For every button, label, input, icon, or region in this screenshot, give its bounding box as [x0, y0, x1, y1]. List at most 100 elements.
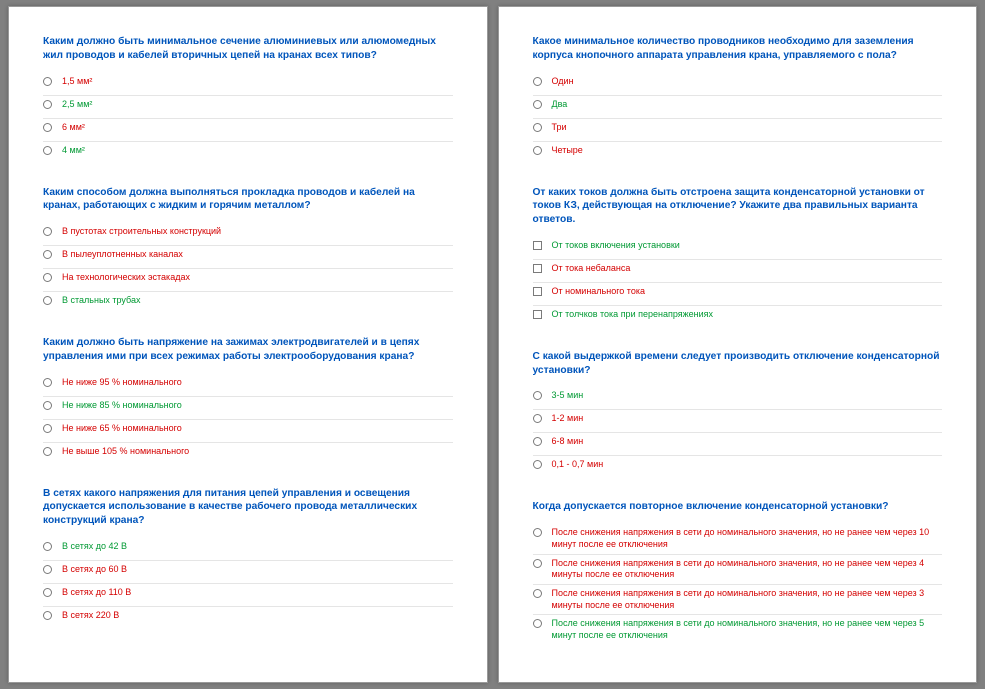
option-label: После снижения напряжения в сети до номи…	[552, 588, 943, 611]
option-row[interactable]: 1,5 мм²	[43, 73, 453, 96]
checkbox-icon[interactable]	[533, 310, 542, 319]
radio-icon[interactable]	[43, 611, 52, 620]
option-row[interactable]: Не выше 105 % номинального	[43, 443, 453, 465]
option-row[interactable]: В сетях 220 В	[43, 607, 453, 629]
option-label: От тока небаланса	[552, 263, 943, 275]
option-label: От токов включения установки	[552, 240, 943, 252]
radio-icon[interactable]	[43, 401, 52, 410]
option-row[interactable]: От номинального тока	[533, 283, 943, 306]
question-text: От каких токов должна быть отстроена защ…	[533, 186, 943, 227]
option-row[interactable]: От токов включения установки	[533, 237, 943, 260]
radio-icon[interactable]	[533, 146, 542, 155]
option-label: От номинального тока	[552, 286, 943, 298]
option-label: Не ниже 95 % номинального	[62, 377, 453, 389]
radio-icon[interactable]	[43, 100, 52, 109]
question-text: Какое минимальное количество проводников…	[533, 35, 943, 63]
radio-icon[interactable]	[43, 447, 52, 456]
option-label: 4 мм²	[62, 145, 453, 157]
option-row[interactable]: В пылеуплотненных каналах	[43, 246, 453, 269]
option-row[interactable]: Не ниже 95 % номинального	[43, 374, 453, 397]
option-label: Четыре	[552, 145, 943, 157]
radio-icon[interactable]	[533, 100, 542, 109]
question-block: С какой выдержкой времени следует произв…	[533, 350, 943, 479]
question-text: В сетях какого напряжения для питания це…	[43, 487, 453, 528]
radio-icon[interactable]	[43, 424, 52, 433]
option-row[interactable]: Два	[533, 96, 943, 119]
option-row[interactable]: Три	[533, 119, 943, 142]
option-label: 1-2 мин	[552, 413, 943, 425]
radio-icon[interactable]	[43, 273, 52, 282]
option-row[interactable]: 1-2 мин	[533, 410, 943, 433]
option-row[interactable]: На технологических эстакадах	[43, 269, 453, 292]
option-row[interactable]: 4 мм²	[43, 142, 453, 164]
radio-icon[interactable]	[43, 588, 52, 597]
option-row[interactable]: В сетях до 110 В	[43, 584, 453, 607]
page-1: Каким должно быть минимальное сечение ал…	[8, 6, 488, 683]
checkbox-icon[interactable]	[533, 287, 542, 296]
question-block: В сетях какого напряжения для питания це…	[43, 487, 453, 629]
option-row[interactable]: 6-8 мин	[533, 433, 943, 456]
radio-icon[interactable]	[533, 437, 542, 446]
option-row[interactable]: В стальных трубах	[43, 292, 453, 314]
option-label: 6 мм²	[62, 122, 453, 134]
radio-icon[interactable]	[43, 77, 52, 86]
question-text: Каким должно быть минимальное сечение ал…	[43, 35, 453, 63]
radio-icon[interactable]	[533, 619, 542, 628]
option-row[interactable]: 2,5 мм²	[43, 96, 453, 119]
option-row[interactable]: После снижения напряжения в сети до номи…	[533, 555, 943, 585]
option-row[interactable]: В пустотах строительных конструкций	[43, 223, 453, 246]
option-label: В стальных трубах	[62, 295, 453, 307]
question-block: Какое минимальное количество проводников…	[533, 35, 943, 164]
radio-icon[interactable]	[533, 559, 542, 568]
radio-icon[interactable]	[533, 391, 542, 400]
option-row[interactable]: После снижения напряжения в сети до номи…	[533, 615, 943, 644]
radio-icon[interactable]	[43, 123, 52, 132]
checkbox-icon[interactable]	[533, 241, 542, 250]
radio-icon[interactable]	[43, 378, 52, 387]
option-label: В пылеуплотненных каналах	[62, 249, 453, 261]
page-2: Какое минимальное количество проводников…	[498, 6, 978, 683]
option-label: Не ниже 65 % номинального	[62, 423, 453, 435]
option-label: Три	[552, 122, 943, 134]
option-row[interactable]: Не ниже 65 % номинального	[43, 420, 453, 443]
question-block: Каким способом должна выполняться прокла…	[43, 186, 453, 315]
radio-icon[interactable]	[43, 227, 52, 236]
option-row[interactable]: 3-5 мин	[533, 387, 943, 410]
radio-icon[interactable]	[533, 123, 542, 132]
radio-icon[interactable]	[43, 250, 52, 259]
option-row[interactable]: Четыре	[533, 142, 943, 164]
radio-icon[interactable]	[533, 77, 542, 86]
option-row[interactable]: После снижения напряжения в сети до номи…	[533, 585, 943, 615]
checkbox-icon[interactable]	[533, 264, 542, 273]
option-label: Один	[552, 76, 943, 88]
question-block: Каким должно быть напряжение на зажимах …	[43, 336, 453, 465]
option-row[interactable]: От тока небаланса	[533, 260, 943, 283]
option-label: После снижения напряжения в сети до номи…	[552, 527, 943, 550]
question-block: Когда допускается повторное включение ко…	[533, 500, 943, 644]
option-row[interactable]: От толчков тока при перенапряжениях	[533, 306, 943, 328]
option-label: В сетях до 110 В	[62, 587, 453, 599]
option-row[interactable]: В сетях до 60 В	[43, 561, 453, 584]
option-label: 0,1 - 0,7 мин	[552, 459, 943, 471]
radio-icon[interactable]	[43, 542, 52, 551]
option-label: 2,5 мм²	[62, 99, 453, 111]
option-label: После снижения напряжения в сети до номи…	[552, 618, 943, 641]
radio-icon[interactable]	[533, 528, 542, 537]
radio-icon[interactable]	[533, 460, 542, 469]
option-label: 1,5 мм²	[62, 76, 453, 88]
radio-icon[interactable]	[43, 565, 52, 574]
question-text: Каким способом должна выполняться прокла…	[43, 186, 453, 214]
option-label: Не выше 105 % номинального	[62, 446, 453, 458]
option-row[interactable]: 0,1 - 0,7 мин	[533, 456, 943, 478]
option-row[interactable]: После снижения напряжения в сети до номи…	[533, 524, 943, 554]
option-label: В пустотах строительных конструкций	[62, 226, 453, 238]
option-label: Два	[552, 99, 943, 111]
option-row[interactable]: Один	[533, 73, 943, 96]
option-row[interactable]: В сетях до 42 В	[43, 538, 453, 561]
radio-icon[interactable]	[43, 146, 52, 155]
option-row[interactable]: Не ниже 85 % номинального	[43, 397, 453, 420]
option-row[interactable]: 6 мм²	[43, 119, 453, 142]
radio-icon[interactable]	[533, 414, 542, 423]
radio-icon[interactable]	[533, 589, 542, 598]
radio-icon[interactable]	[43, 296, 52, 305]
